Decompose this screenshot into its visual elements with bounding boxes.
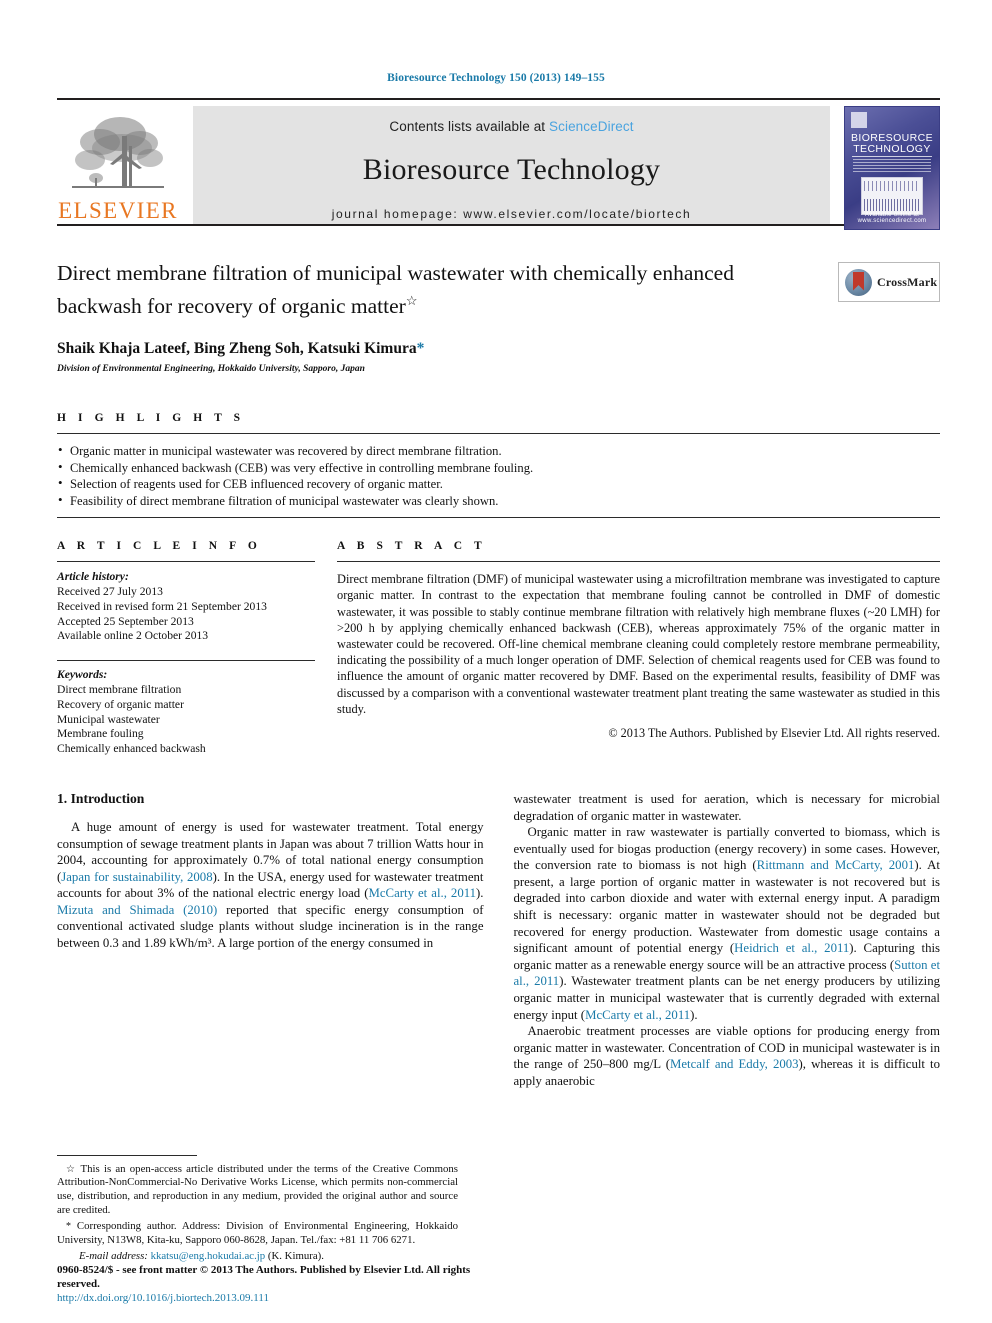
footnote-email: E-mail address: kkatsu@eng.hokudai.ac.jp… [57, 1250, 458, 1264]
email-label: E-mail address: [79, 1250, 148, 1263]
article-history-block: Article history: Received 27 July 2013 R… [57, 562, 315, 644]
crossmark-label: CrossMark [877, 274, 938, 289]
page-footer: 0960-8524/$ - see front matter © 2013 Th… [57, 1263, 477, 1305]
history-item: Available online 2 October 2013 [57, 629, 209, 643]
journal-masthead: ELSEVIER Contents lists available at Sci… [57, 98, 940, 230]
abstract-text: Direct membrane filtration (DMF) of muni… [337, 572, 940, 716]
contents-prefix: Contents lists available at [389, 119, 550, 134]
cover-figure-thumb [861, 177, 923, 215]
footnote-license-text: This is an open-access article distribut… [57, 1162, 458, 1216]
highlights-bottom-rule [57, 517, 940, 519]
highlights-heading: H I G H L I G H T S [57, 412, 245, 425]
paragraph-text: ). [476, 886, 484, 901]
paragraph: Anaerobic treatment processes are viable… [514, 1023, 941, 1089]
email-link[interactable]: kkatsu@eng.hokudai.ac.jp [151, 1250, 266, 1262]
crossmark-badge[interactable]: CrossMark [838, 262, 940, 302]
citation-link[interactable]: McCarty et al., 2011 [368, 886, 476, 900]
list-item: Chemically enhanced backwash (CEB) was v… [57, 459, 940, 477]
history-item: Received 27 July 2013 [57, 584, 163, 598]
sciencedirect-link[interactable]: ScienceDirect [549, 119, 634, 134]
footnote-rule [57, 1154, 197, 1156]
journal-homepage-line[interactable]: journal homepage: www.elsevier.com/locat… [332, 207, 691, 221]
footnote-corresponding-marker: * [66, 1221, 71, 1233]
citation-link[interactable]: Mizuta and Shimada (2010) [57, 903, 217, 917]
citation-link[interactable]: Heidrich et al., 2011 [734, 941, 849, 955]
abstract-heading: A B S T R A C T [337, 540, 487, 553]
title-block: CrossMark Direct membrane filtration of … [57, 260, 940, 374]
keyword-item: Recovery of organic matter [57, 697, 184, 711]
abstract-copyright: © 2013 The Authors. Published by Elsevie… [608, 725, 940, 740]
elsevier-tree-icon [72, 117, 164, 188]
body-column-right: wastewater treatment is used for aeratio… [514, 791, 941, 1090]
article-info-column: A R T I C L E I N F O Article history: R… [57, 540, 315, 757]
cover-title: BIORESOURCE TECHNOLOGY [845, 133, 939, 155]
info-abstract-row: A R T I C L E I N F O Article history: R… [57, 540, 940, 757]
journal-cover-thumbnail[interactable]: BIORESOURCE TECHNOLOGY Available online … [844, 106, 940, 230]
running-head: Bioresource Technology 150 (2013) 149–15… [387, 72, 605, 84]
paragraph-text: ). [690, 1007, 698, 1022]
citation-link[interactable]: Rittmann and McCarty, 2001 [757, 858, 915, 872]
keyword-item: Chemically enhanced backwash [57, 742, 206, 756]
author-list: Shaik Khaja Lateef, Bing Zheng Soh, Kats… [57, 340, 940, 358]
journal-banner: Contents lists available at ScienceDirec… [193, 106, 830, 224]
paragraph-text: ). Wastewater treatment plants can be ne… [513, 974, 941, 1022]
article-history-label: Article history: [57, 570, 129, 584]
keywords-block: Keywords: Direct membrane filtration Rec… [57, 668, 315, 757]
masthead-bottom-rule [57, 224, 940, 226]
cover-subtitle-lines [853, 159, 931, 173]
crossmark-icon [845, 268, 872, 296]
elsevier-wordmark: ELSEVIER [58, 198, 178, 223]
affiliation: Division of Environmental Engineering, H… [57, 364, 365, 375]
title-footnote-marker[interactable]: ☆ [406, 293, 418, 308]
footnote-license: ☆ This is an open-access article distrib… [57, 1163, 458, 1217]
list-item: Selection of reagents used for CEB influ… [57, 475, 940, 493]
article-page: Bioresource Technology 150 (2013) 149–15… [0, 0, 992, 1323]
journal-title: Bioresource Technology [362, 153, 661, 186]
page-title: Direct membrane filtration of municipal … [57, 260, 797, 320]
footnote-corresponding-text: Corresponding author. Address: Division … [57, 1220, 458, 1246]
highlights-list: Organic matter in municipal wastewater w… [57, 434, 940, 517]
section-heading-introduction: 1. Introduction [57, 790, 145, 806]
cover-divider [852, 156, 932, 157]
elsevier-logo: ELSEVIER [57, 106, 179, 224]
list-item: Organic matter in municipal wastewater w… [57, 442, 940, 460]
email-owner: (K. Kimura). [267, 1250, 324, 1263]
keywords-separator-rule [57, 660, 315, 662]
cover-title-line2: TECHNOLOGY [853, 143, 931, 155]
cover-footer-text: Available online at www.sciencedirect.co… [857, 212, 927, 224]
paragraph-text: wastewater treatment is used for aeratio… [513, 791, 941, 823]
abstract-column: A B S T R A C T Direct membrane filtrati… [337, 540, 940, 757]
body-column-left: 1. Introduction A huge amount of energy … [57, 791, 484, 1090]
citation-link[interactable]: McCarty et al., 2011 [585, 1008, 690, 1022]
history-item: Received in revised form 21 September 20… [57, 599, 267, 613]
article-info-heading: A R T I C L E I N F O [57, 540, 262, 553]
paper-title-text: Direct membrane filtration of municipal … [57, 261, 734, 319]
keyword-item: Membrane fouling [57, 727, 144, 741]
corresponding-author-marker[interactable]: * [417, 340, 425, 357]
cover-elsevier-mark-icon [851, 112, 867, 128]
footnote-corresponding: * Corresponding author. Address: Divisio… [57, 1220, 458, 1247]
contents-available-line: Contents lists available at ScienceDirec… [389, 119, 633, 134]
keyword-item: Direct membrane filtration [57, 682, 182, 696]
history-item: Accepted 25 September 2013 [57, 614, 194, 628]
list-item: Feasibility of direct membrane filtratio… [57, 492, 940, 510]
keywords-label: Keywords: [57, 668, 108, 682]
doi-link[interactable]: http://dx.doi.org/10.1016/j.biortech.201… [57, 1291, 477, 1305]
paragraph: A huge amount of energy is used for wast… [57, 819, 484, 952]
citation-link[interactable]: Japan for sustainability, 2008 [61, 870, 212, 884]
footnotes: ☆ This is an open-access article distrib… [57, 1154, 458, 1267]
paragraph: Organic matter in raw wastewater is part… [514, 824, 941, 1023]
keyword-item: Municipal wastewater [57, 712, 160, 726]
issn-copyright-line: 0960-8524/$ - see front matter © 2013 Th… [57, 1264, 471, 1290]
footnote-license-marker: ☆ [66, 1163, 77, 1175]
highlights-section: H I G H L I G H T S Organic matter in mu… [57, 412, 940, 519]
body-columns: 1. Introduction A huge amount of energy … [57, 791, 940, 1090]
paragraph-continuation: wastewater treatment is used for aeratio… [514, 791, 941, 824]
author-names: Shaik Khaja Lateef, Bing Zheng Soh, Kats… [57, 340, 417, 358]
citation-link[interactable]: Metcalf and Eddy, 2003 [670, 1057, 799, 1071]
